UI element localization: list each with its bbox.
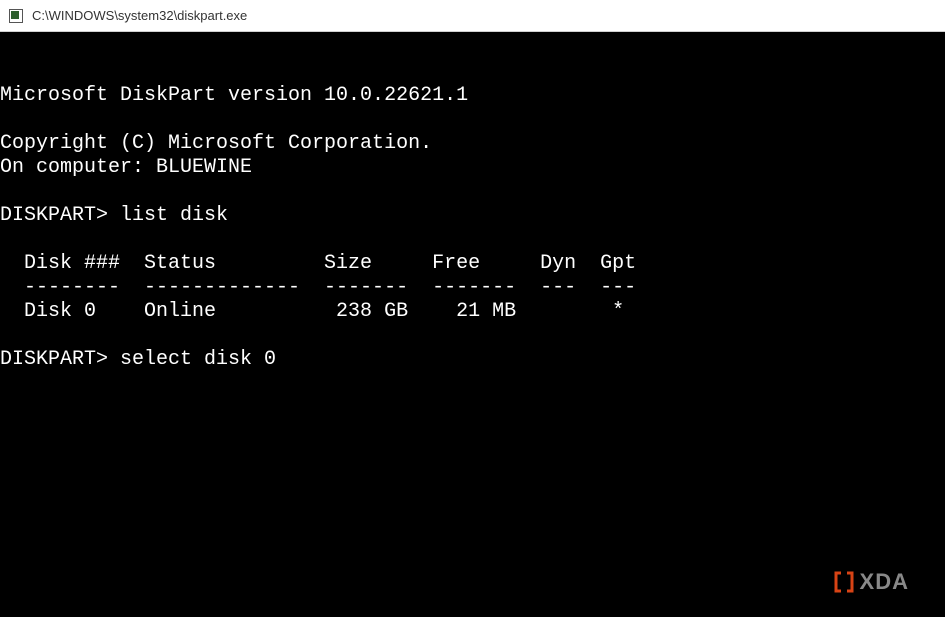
bracket-icon	[834, 571, 854, 593]
watermark-logo: XDA	[834, 569, 909, 595]
copyright-line: Copyright (C) Microsoft Corporation.	[0, 132, 432, 155]
table-row: Disk 0 Online 238 GB 21 MB *	[0, 300, 624, 323]
terminal-output: Microsoft DiskPart version 10.0.22621.1 …	[0, 56, 945, 372]
version-line: Microsoft DiskPart version 10.0.22621.1	[0, 84, 468, 107]
command-input: select disk 0	[120, 348, 276, 371]
window-title: C:\WINDOWS\system32\diskpart.exe	[32, 8, 247, 23]
command-input: list disk	[120, 204, 228, 227]
table-divider: -------- ------------- ------- ------- -…	[0, 276, 636, 299]
app-icon	[8, 8, 24, 24]
computer-line: On computer: BLUEWINE	[0, 156, 252, 179]
watermark-text: XDA	[860, 569, 909, 595]
window-titlebar[interactable]: C:\WINDOWS\system32\diskpart.exe	[0, 0, 945, 32]
prompt: DISKPART>	[0, 204, 120, 227]
table-header: Disk ### Status Size Free Dyn Gpt	[0, 252, 636, 275]
prompt: DISKPART>	[0, 348, 120, 371]
terminal-area[interactable]: Microsoft DiskPart version 10.0.22621.1 …	[0, 32, 945, 617]
